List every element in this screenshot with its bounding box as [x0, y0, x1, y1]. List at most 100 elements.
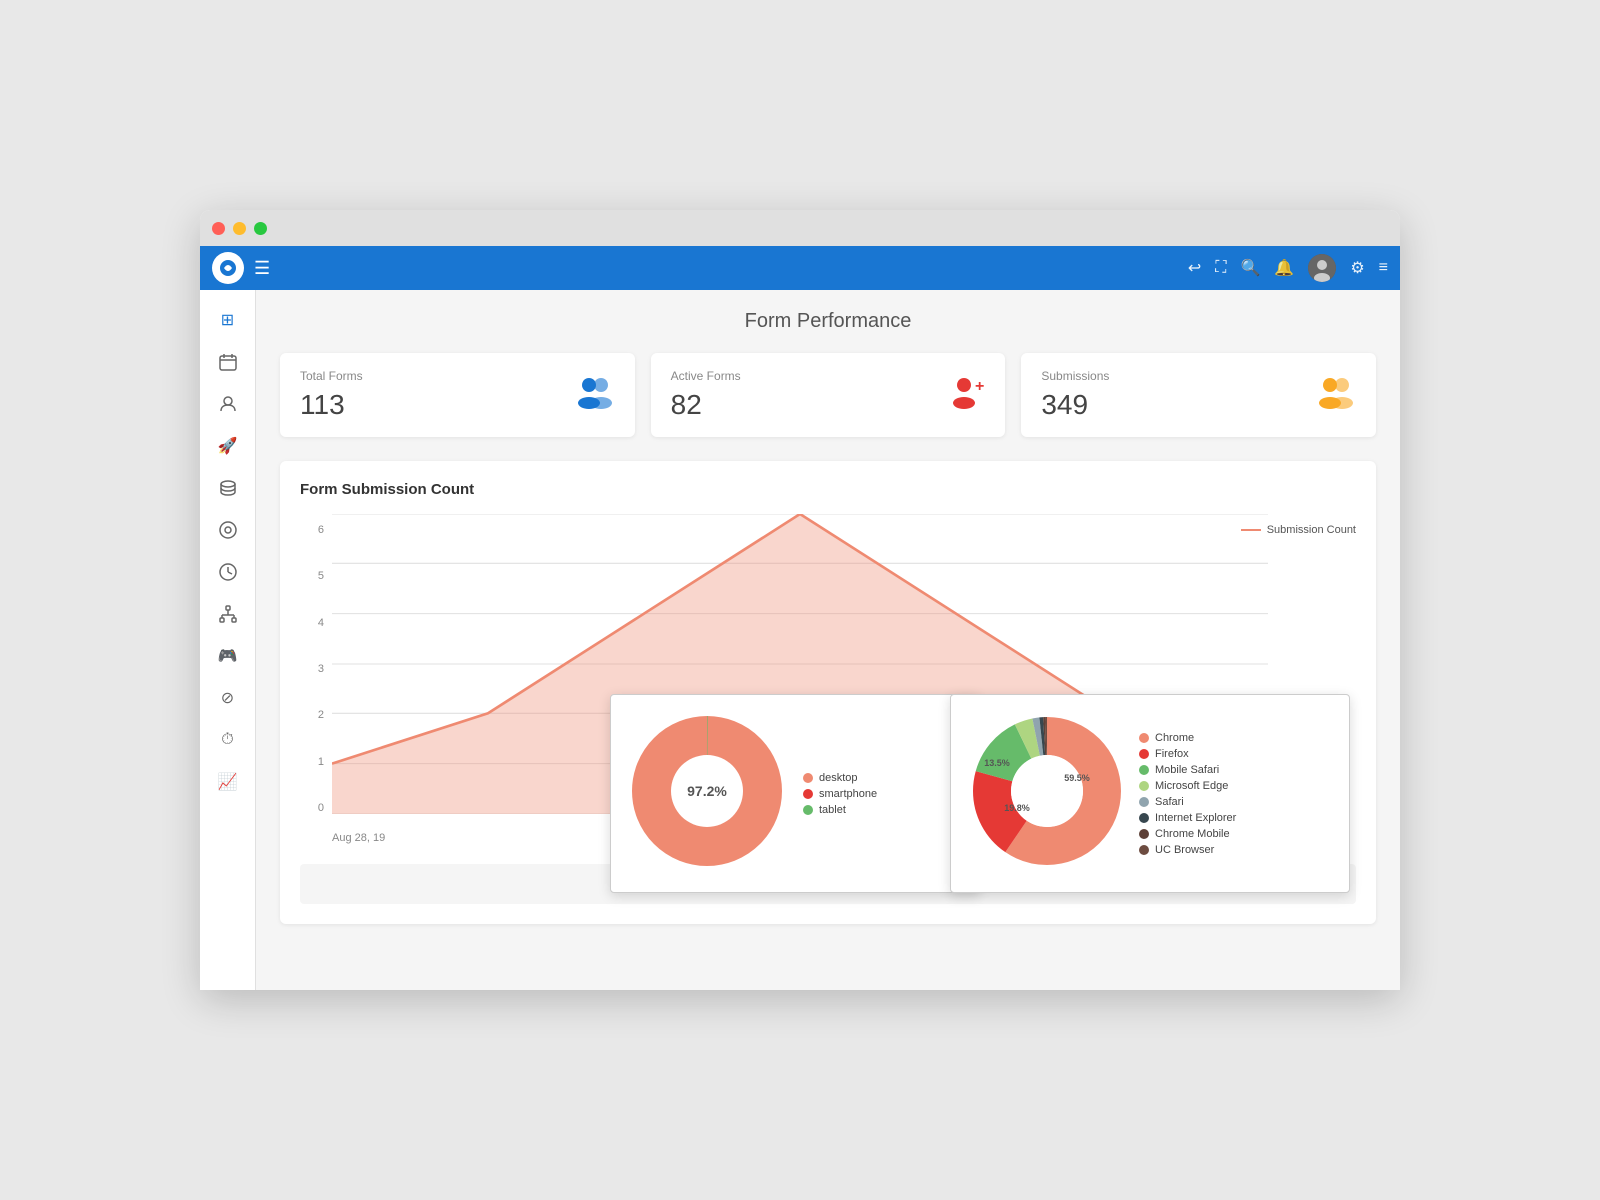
page-title: Form Performance: [280, 310, 1376, 333]
label-chrome-mobile: Chrome Mobile: [1155, 828, 1230, 840]
y-label-4: 4: [300, 617, 324, 629]
sidebar-item-user[interactable]: [208, 386, 248, 422]
gear-icon[interactable]: ⚙: [1350, 258, 1364, 278]
dot-firefox: [1139, 749, 1149, 759]
legend-item-ie: Internet Explorer: [1139, 812, 1236, 824]
label-edge: Microsoft Edge: [1155, 780, 1228, 792]
avatar[interactable]: [1308, 254, 1336, 282]
svg-text:97.2%: 97.2%: [687, 783, 727, 799]
label-smartphone: smartphone: [819, 788, 877, 800]
stat-label-total: Total Forms: [300, 369, 363, 383]
legend-item-desktop: desktop: [803, 772, 877, 784]
sidebar-item-dashboard[interactable]: ⊞: [208, 302, 248, 338]
stat-label-active: Active Forms: [671, 369, 741, 383]
stat-label-sub: Submissions: [1041, 369, 1109, 383]
device-pie-svg: 97.2%: [627, 711, 787, 871]
device-pie-container: 97.2%: [627, 711, 787, 876]
sidebar-item-ban[interactable]: ⊘: [208, 680, 248, 716]
sidebar: ⊞ 🚀 🎮 ⊘ ⏱ 📈: [200, 290, 256, 990]
stat-card-submissions: Submissions 349: [1021, 353, 1376, 437]
close-button[interactable]: [212, 222, 225, 235]
stat-icon-sub: [1316, 375, 1356, 416]
svg-text:59.5%: 59.5%: [1064, 773, 1090, 783]
sidebar-item-clock[interactable]: [208, 554, 248, 590]
chart-title: Form Submission Count: [300, 481, 1356, 498]
sidebar-item-hierarchy[interactable]: [208, 596, 248, 632]
svg-text:13.5%: 13.5%: [984, 758, 1010, 768]
sidebar-item-database[interactable]: [208, 470, 248, 506]
browser-pie-svg: 19.8% 59.5% 13.5%: [967, 711, 1127, 871]
dot-safari: [1139, 797, 1149, 807]
dot-chrome: [1139, 733, 1149, 743]
label-firefox: Firefox: [1155, 748, 1189, 760]
sidebar-item-chart[interactable]: 📈: [208, 764, 248, 800]
sidebar-item-timer[interactable]: ⏱: [208, 722, 248, 758]
legend-item-tablet: tablet: [803, 804, 877, 816]
device-legend: desktop smartphone tablet: [803, 772, 877, 816]
titlebar: [200, 210, 1400, 246]
label-chrome: Chrome: [1155, 732, 1194, 744]
sidebar-item-rocket[interactable]: 🚀: [208, 428, 248, 464]
label-mobile-safari: Mobile Safari: [1155, 764, 1219, 776]
dot-tablet: [803, 805, 813, 815]
stat-value-sub: 349: [1041, 389, 1109, 421]
label-safari: Safari: [1155, 796, 1184, 808]
bell-icon[interactable]: 🔔: [1274, 258, 1294, 278]
svg-text:+: +: [975, 378, 984, 395]
y-label-6: 6: [300, 524, 324, 536]
y-label-1: 1: [300, 756, 324, 768]
legend-item-chrome-mobile: Chrome Mobile: [1139, 828, 1236, 840]
back-icon[interactable]: ↩: [1188, 258, 1201, 278]
y-label-0: 0: [300, 802, 324, 814]
legend-item-safari: Safari: [1139, 796, 1236, 808]
sidebar-item-calendar[interactable]: [208, 344, 248, 380]
stat-card-active-forms: Active Forms 82 +: [651, 353, 1006, 437]
label-ie: Internet Explorer: [1155, 812, 1236, 824]
dot-mobile-safari: [1139, 765, 1149, 775]
maximize-button[interactable]: [254, 222, 267, 235]
legend-item-edge: Microsoft Edge: [1139, 780, 1236, 792]
app-logo: [212, 252, 244, 284]
y-label-2: 2: [300, 709, 324, 721]
sidebar-item-settings-circle[interactable]: [208, 512, 248, 548]
minimize-button[interactable]: [233, 222, 246, 235]
label-tablet: tablet: [819, 804, 846, 816]
sidebar-item-gamepad[interactable]: 🎮: [208, 638, 248, 674]
chart-legend: Submission Count: [1241, 524, 1356, 536]
stat-card-total-forms: Total Forms 113: [280, 353, 635, 437]
main-layout: ⊞ 🚀 🎮 ⊘ ⏱ 📈: [200, 290, 1400, 990]
fullscreen-icon[interactable]: ⛶: [1215, 259, 1226, 277]
browser-pie-container: 19.8% 59.5% 13.5%: [967, 711, 1127, 876]
content-area: Form Performance Total Forms 113 Active …: [256, 290, 1400, 990]
search-icon[interactable]: 🔍: [1240, 258, 1260, 278]
stat-value-active: 82: [671, 389, 741, 421]
x-label-1: Aug 28, 19: [332, 832, 385, 844]
legend-item-uc: UC Browser: [1139, 844, 1236, 856]
dot-smartphone: [803, 789, 813, 799]
dot-edge: [1139, 781, 1149, 791]
stat-icon-total: [575, 375, 615, 416]
dot-chrome-mobile: [1139, 829, 1149, 839]
dot-uc: [1139, 845, 1149, 855]
legend-item-mobile-safari: Mobile Safari: [1139, 764, 1236, 776]
device-pie-card: 97.2% desktop smartphone: [610, 694, 980, 893]
browser-legend: Chrome Firefox Mobile Safari: [1139, 732, 1236, 856]
stat-icon-active: +: [949, 375, 985, 416]
svg-text:19.8%: 19.8%: [1004, 803, 1030, 813]
legend-item-firefox: Firefox: [1139, 748, 1236, 760]
y-label-5: 5: [300, 570, 324, 582]
label-desktop: desktop: [819, 772, 858, 784]
nav-actions: ↩ ⛶ 🔍 🔔 ⚙ ≡: [1188, 254, 1388, 282]
y-label-3: 3: [300, 663, 324, 675]
stats-row: Total Forms 113 Active Forms 82 +: [280, 353, 1376, 437]
dot-ie: [1139, 813, 1149, 823]
label-uc: UC Browser: [1155, 844, 1214, 856]
browser-pie-card: 19.8% 59.5% 13.5% Chrome: [950, 694, 1350, 893]
legend-item-smartphone: smartphone: [803, 788, 877, 800]
legend-label: Submission Count: [1267, 524, 1356, 536]
stat-value-total: 113: [300, 389, 363, 421]
hamburger-icon[interactable]: ☰: [254, 258, 270, 279]
browser-window: ☰ ↩ ⛶ 🔍 🔔 ⚙ ≡ ⊞ 🚀: [200, 210, 1400, 990]
menu-icon[interactable]: ≡: [1379, 259, 1388, 277]
nav-bar: ☰ ↩ ⛶ 🔍 🔔 ⚙ ≡: [200, 246, 1400, 290]
